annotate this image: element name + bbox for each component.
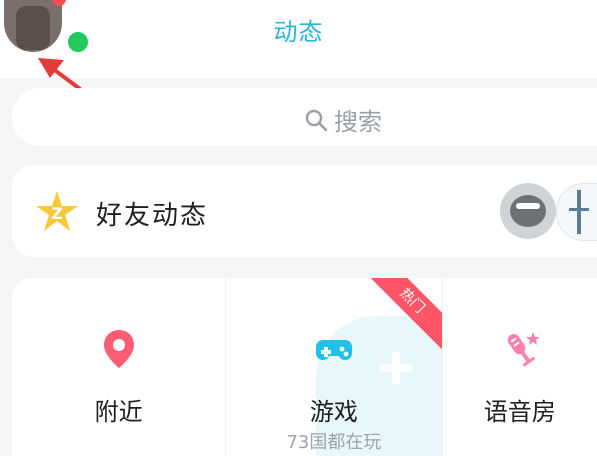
feature-voice-room[interactable]: 语音房 (443, 278, 597, 456)
friend-avatar[interactable] (500, 183, 556, 239)
feature-label: 游戏 (309, 398, 358, 426)
friend-avatar[interactable] (556, 183, 597, 241)
feature-label: 附近 (94, 398, 143, 426)
search-icon (305, 109, 328, 131)
plus-icon (380, 352, 413, 384)
search-content: 搜索 (304, 102, 382, 137)
feature-label: 语音房 (483, 398, 556, 426)
friends-activity-title: 好友动态 (96, 201, 209, 231)
feature-games[interactable]: 热门 游戏 73国都在玩 (225, 278, 443, 456)
top-header: 动态 (0, 0, 597, 78)
search-bar[interactable]: 搜索 (12, 88, 597, 146)
microphone-icon (507, 332, 540, 367)
gamepad-icon (315, 340, 352, 360)
page-title: 动态 (273, 18, 324, 46)
svg-text:Z: Z (51, 204, 63, 223)
friends-activity-card[interactable]: Z 好友动态 (12, 165, 597, 257)
qq-zone-star-icon: Z (36, 191, 78, 231)
feature-grid: 附近 热门 游戏 73国都在玩 语音房 (12, 278, 597, 456)
location-pin-icon (103, 330, 134, 368)
search-placeholder: 搜索 (334, 108, 382, 136)
feature-subtext: 73国都在玩 (286, 432, 382, 453)
feature-nearby[interactable]: 附近 (12, 278, 225, 456)
